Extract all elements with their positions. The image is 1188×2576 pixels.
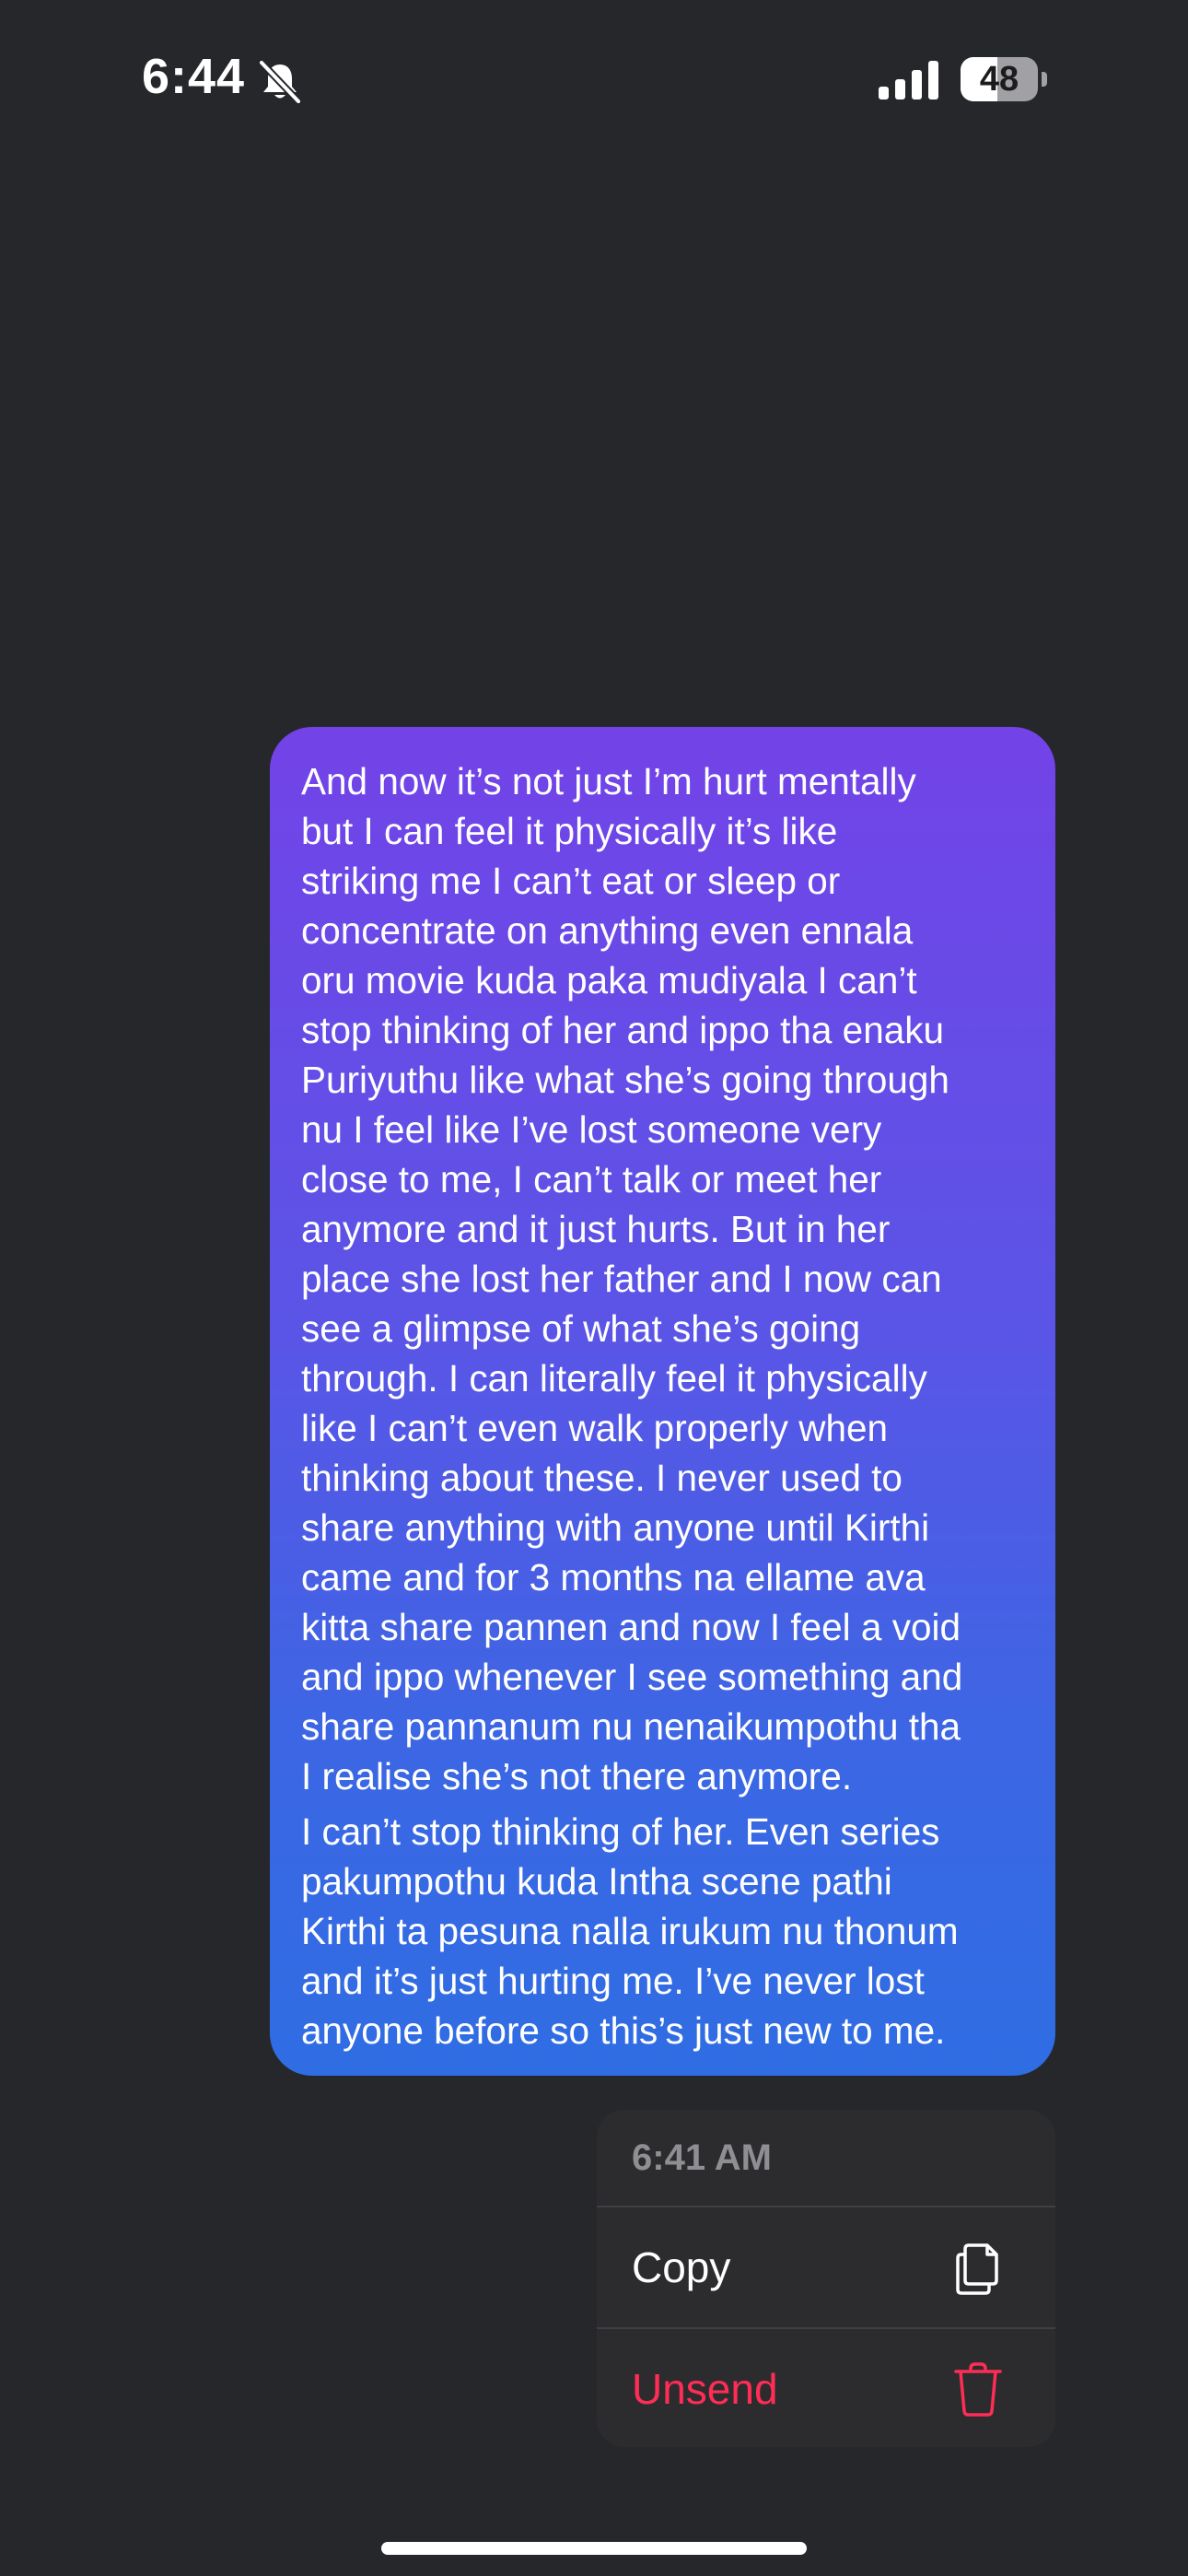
copy-icon <box>956 2243 998 2295</box>
chat-screen: 6:44 48 And now it’s not just I’m hurt m… <box>0 0 1188 2576</box>
copy-label: Copy <box>632 2243 731 2291</box>
home-indicator[interactable] <box>381 2542 807 2555</box>
message-paragraph: I can’t stop thinking of her. Even serie… <box>301 1810 959 2052</box>
sent-message-bubble[interactable]: And now it’s not just I’m hurt mentally … <box>270 727 1055 2076</box>
trash-icon <box>954 2362 1002 2417</box>
message-paragraph: And now it’s not just I’m hurt mentally … <box>301 760 963 1797</box>
copy-menu-item[interactable]: Copy <box>597 2207 1055 2327</box>
battery-cap <box>1042 72 1047 87</box>
unsend-menu-item[interactable]: Unsend <box>597 2329 1055 2447</box>
battery-percentage: 48 <box>979 60 1019 99</box>
bell-slash-icon <box>258 59 302 103</box>
cellular-signal-icon <box>879 61 938 100</box>
status-bar: 6:44 48 <box>0 0 1188 157</box>
battery-indicator: 48 <box>961 57 1038 101</box>
message-context-menu: 6:41 AM Copy Unsend <box>597 2110 1055 2447</box>
unsend-label: Unsend <box>632 2365 778 2413</box>
message-timestamp: 6:41 AM <box>632 2137 772 2178</box>
status-time: 6:44 <box>142 49 246 104</box>
